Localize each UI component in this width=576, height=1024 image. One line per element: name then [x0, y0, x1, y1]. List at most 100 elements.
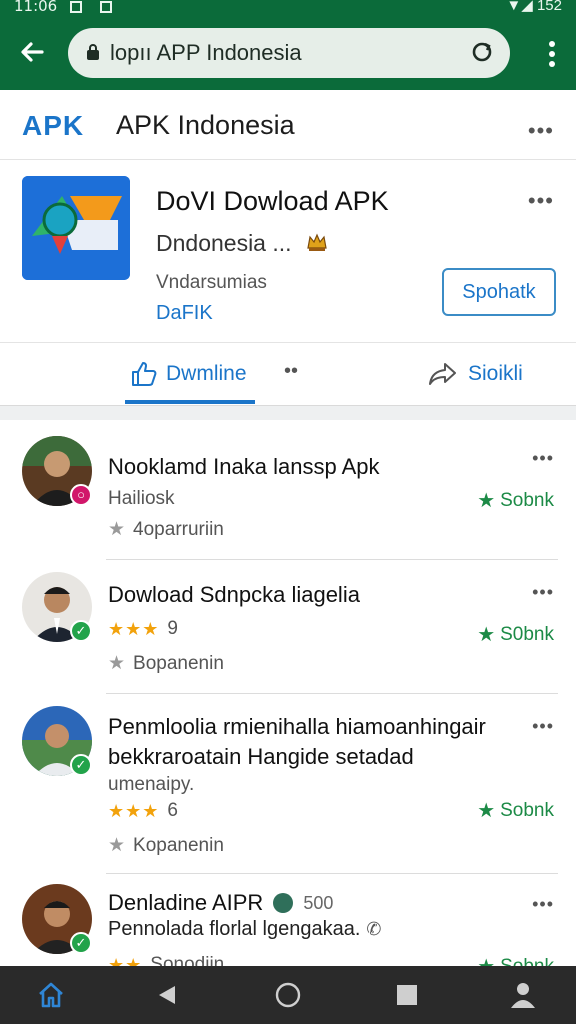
- system-nav-bar: [0, 966, 576, 1024]
- home-nav-button[interactable]: [34, 978, 68, 1012]
- app-category-link[interactable]: DaFIK: [156, 302, 213, 325]
- back-button[interactable]: [16, 38, 48, 70]
- review-title: Nooklamd Inaka lanssp Apk: [108, 454, 380, 479]
- home-circle-button[interactable]: [271, 978, 305, 1012]
- review-title-line: bekkraroatain Hangide setadad: [108, 744, 414, 769]
- list-item[interactable]: ✓ Denladine AIPR 500 Pennolada florlal l…: [0, 874, 576, 966]
- star-icon: ★: [108, 519, 126, 540]
- review-rating: ★★★ 9: [108, 618, 178, 640]
- signal-icon: ▼◢: [506, 0, 533, 14]
- app-developer: Vndarsumias: [156, 272, 267, 293]
- app-subtitle: Dndonesia ...: [156, 230, 292, 256]
- review-meta: Pennolada florlal lgengakaa.: [108, 918, 361, 940]
- verified-badge-icon: ○: [70, 484, 92, 506]
- review-footer: ★ Bopanenin: [108, 652, 224, 675]
- review-extra: 500: [303, 892, 334, 913]
- star-rating: ★★: [108, 954, 143, 967]
- reload-icon[interactable]: [470, 40, 494, 64]
- verified-check-icon: ✓: [70, 932, 92, 954]
- review-meta-row: Pennolada florlal lgengakaa. ✆: [108, 918, 382, 941]
- review-badge-label: Sobnk: [500, 955, 554, 967]
- battery-level: 152: [536, 0, 562, 14]
- app-action-button[interactable]: Spohatk: [442, 268, 556, 316]
- review-rating-badge[interactable]: ★ Sobnk: [477, 798, 554, 823]
- review-footer: ★ Kopanenin: [108, 834, 224, 857]
- recents-button[interactable]: [390, 978, 424, 1012]
- review-badge-label: Sobnk: [500, 489, 554, 511]
- review-more-button[interactable]: •••: [532, 448, 554, 469]
- star-icon: ★: [477, 800, 496, 822]
- review-title: Dowload Sdnpcka liagelia: [108, 582, 360, 607]
- review-more-button[interactable]: •••: [532, 582, 554, 603]
- review-title-line: umenaipy.: [108, 774, 195, 795]
- review-more-button[interactable]: •••: [532, 716, 554, 737]
- review-footer-text: Kopanenin: [133, 834, 224, 856]
- home-icon: [39, 982, 63, 1008]
- tab-more-button[interactable]: ••: [284, 360, 298, 383]
- site-header: APK APK Indonesia •••: [0, 90, 576, 160]
- review-list: ○ Nooklamd Inaka lanssp Apk Hailiosk ★ 4…: [0, 420, 576, 966]
- review-rating: ★★★ 6: [108, 800, 178, 822]
- app-more-button[interactable]: •••: [528, 188, 554, 214]
- status-time: 11:06: [14, 0, 58, 15]
- arrow-left-icon: [21, 42, 44, 62]
- review-badge-label: S0bnk: [500, 623, 554, 645]
- review-rating-value: 9: [167, 618, 178, 639]
- header-more-button[interactable]: •••: [528, 118, 554, 144]
- list-item[interactable]: ✓ Penmloolia rmienihalla hiamoanhingair …: [0, 694, 576, 874]
- tab-share[interactable]: Sioikli: [428, 358, 523, 390]
- app-name: DoVI Dowload APK: [156, 186, 389, 216]
- crown-icon: [307, 233, 327, 251]
- review-title-line: Penmloolia rmienihalla hiamoanhingair: [108, 714, 486, 739]
- star-rating: ★★★: [108, 800, 160, 821]
- review-rating: ★★ Sonodiin: [108, 954, 224, 966]
- review-rating-value: 6: [167, 800, 178, 821]
- review-footer-text: Sonodiin: [150, 954, 225, 966]
- person-icon: [511, 983, 535, 1008]
- review-footer-text: 4oparruriin: [133, 518, 224, 540]
- verified-check-icon: ✓: [70, 620, 92, 642]
- star-icon: ★: [477, 490, 496, 512]
- overflow-menu-icon[interactable]: [548, 40, 556, 68]
- review-footer-text: Bopanenin: [133, 652, 224, 674]
- tab-download-label: Dwmline: [166, 362, 247, 385]
- site-title: APK Indonesia: [116, 110, 295, 140]
- status-bar: 11:06 ▼◢ 152: [0, 0, 576, 16]
- notification-icon: [70, 1, 82, 13]
- review-meta: Hailiosk: [108, 488, 175, 509]
- review-badge-label: Sobnk: [500, 799, 554, 821]
- active-tab-indicator: [125, 400, 255, 404]
- share-arrow-icon: [429, 363, 456, 385]
- review-title-row: Denladine AIPR 500: [108, 890, 333, 916]
- section-gap: [0, 406, 576, 420]
- list-item[interactable]: ○ Nooklamd Inaka lanssp Apk Hailiosk ★ 4…: [0, 420, 576, 560]
- verified-check-icon: ✓: [70, 754, 92, 776]
- badge-icon: [273, 893, 294, 913]
- app-icon[interactable]: [22, 176, 130, 280]
- circle-home-icon: [275, 982, 301, 1008]
- review-title: Denladine AIPR: [108, 890, 264, 915]
- back-nav-button[interactable]: [150, 978, 184, 1012]
- phone-icon: ✆: [366, 919, 382, 939]
- browser-toolbar: lopıı APP Indonesia: [0, 16, 576, 90]
- tab-download[interactable]: Dwmline: [130, 358, 247, 390]
- thumbs-up-icon: [132, 362, 157, 386]
- star-rating: ★★★: [108, 618, 160, 639]
- review-rating-badge[interactable]: ★ Sobnk: [477, 954, 554, 967]
- profile-nav-button[interactable]: [506, 978, 540, 1012]
- status-indicators: ▼◢ 152: [506, 0, 562, 14]
- address-bar[interactable]: lopıı APP Indonesia: [68, 28, 510, 78]
- notification-icon: [100, 1, 112, 13]
- star-icon: ★: [108, 835, 126, 856]
- divider: [0, 342, 576, 343]
- site-logo[interactable]: APK: [22, 110, 84, 142]
- review-rating-badge[interactable]: ★ Sobnk: [477, 488, 554, 513]
- square-recents-icon: [397, 985, 417, 1005]
- review-footer: ★ 4oparruriin: [108, 518, 224, 541]
- url-text: lopıı APP Indonesia: [110, 40, 302, 65]
- list-item[interactable]: ✓ Dowload Sdnpcka liagelia ★★★ 9 ★ Bopan…: [0, 560, 576, 694]
- review-more-button[interactable]: •••: [532, 894, 554, 915]
- triangle-back-icon: [159, 986, 175, 1004]
- review-rating-badge[interactable]: ★ S0bnk: [477, 622, 554, 647]
- tab-share-label: Sioikli: [468, 362, 523, 385]
